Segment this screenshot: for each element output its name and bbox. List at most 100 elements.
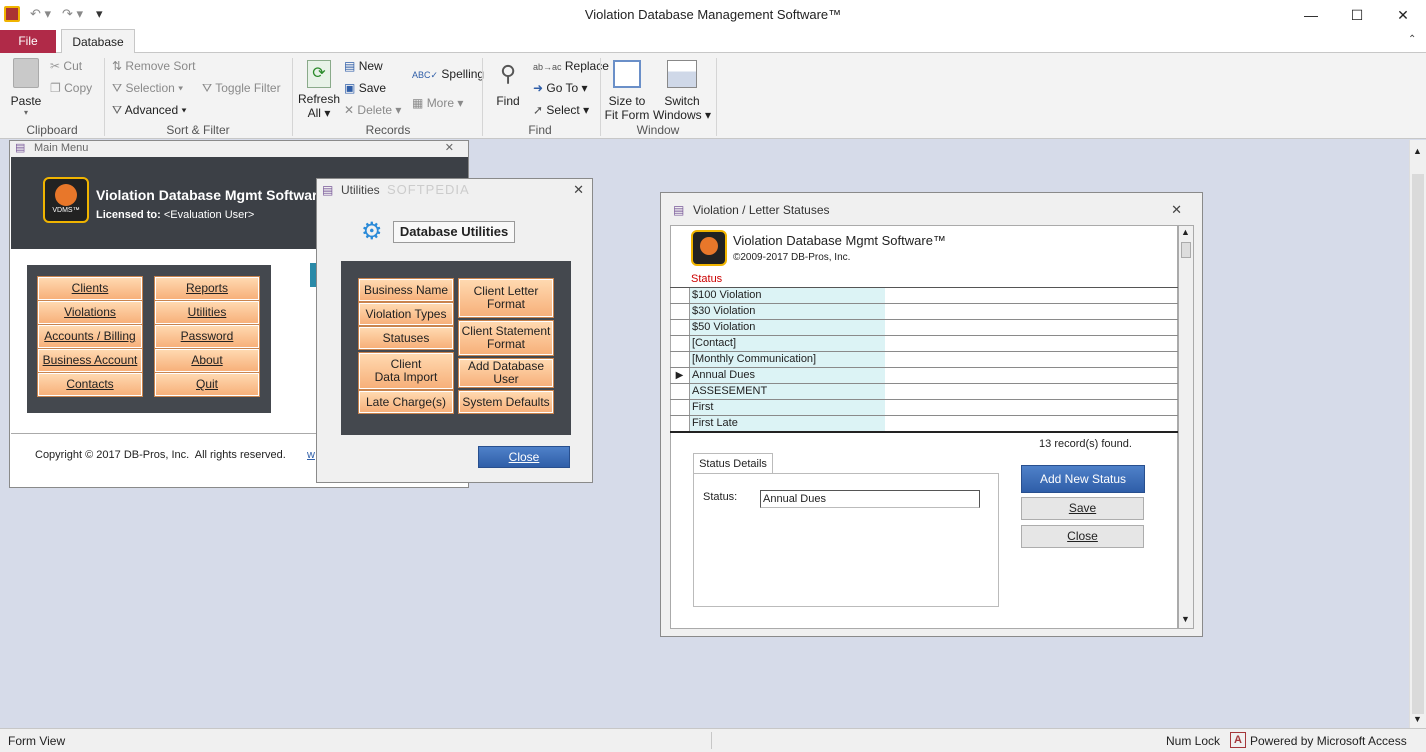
main-menu-button[interactable]: Password	[154, 324, 260, 349]
goto-button[interactable]: ➜ Go To ▾	[533, 81, 588, 95]
table-row[interactable]: $100 Violation	[670, 288, 1178, 304]
row-selector[interactable]	[670, 400, 689, 415]
cut-button[interactable]: ✂ Cut	[50, 59, 82, 73]
row-selector[interactable]	[670, 416, 689, 431]
replace-button[interactable]: ab→ac Replace	[533, 59, 609, 73]
status-cell[interactable]: Annual Dues	[689, 368, 885, 383]
new-record-button[interactable]: ▤ New	[344, 59, 383, 73]
main-menu-close-icon[interactable]: ✕	[445, 141, 454, 155]
separator	[482, 58, 483, 136]
utilities-window: ▤ Utilities SOFTPEDIA ✕ ⚙ Database Utili…	[316, 178, 593, 483]
maximize-button[interactable]: ☐	[1334, 0, 1380, 30]
table-row[interactable]: First	[670, 400, 1178, 416]
row-selector[interactable]	[670, 352, 689, 367]
table-row[interactable]: [Monthly Communication]	[670, 352, 1178, 368]
selection-button[interactable]: ⛛ Selection ▾	[112, 81, 183, 96]
main-menu-web-link[interactable]: w	[307, 449, 315, 461]
status-cell[interactable]: [Contact]	[689, 336, 885, 351]
add-new-status-button[interactable]: Add New Status	[1021, 465, 1145, 493]
separator	[292, 58, 293, 136]
close-statuses-button[interactable]: Close	[1021, 525, 1144, 548]
status-bar: Form View Num Lock A Powered by Microsof…	[0, 728, 1426, 752]
workspace-scrollbar[interactable]: ▲ ▼	[1409, 140, 1426, 728]
table-row[interactable]: [Contact]	[670, 336, 1178, 352]
delete-record-button[interactable]: ✕ Delete ▾	[344, 103, 401, 117]
table-row[interactable]: First Late	[670, 416, 1178, 432]
form-icon: ▤	[322, 183, 334, 197]
find-button[interactable]: ⚲ Find	[490, 58, 526, 108]
row-selector[interactable]	[670, 288, 689, 303]
statuses-close-icon[interactable]: ✕	[1171, 199, 1182, 221]
utilities-close-icon[interactable]: ✕	[573, 179, 584, 201]
status-cell[interactable]: $50 Violation	[689, 320, 885, 335]
table-row[interactable]: $30 Violation	[670, 304, 1178, 320]
main-menu-button[interactable]: Violations	[37, 300, 143, 325]
utilities-close-button[interactable]: Close	[478, 446, 570, 468]
utilities-button[interactable]: Late Charge(s)	[358, 390, 454, 414]
table-row[interactable]: $50 Violation	[670, 320, 1178, 336]
table-row[interactable]: ▶ Annual Dues	[670, 368, 1178, 384]
status-cell[interactable]: First Late	[689, 416, 885, 431]
utilities-button[interactable]: Client Data Import	[358, 352, 454, 390]
save-status-button[interactable]: Save	[1021, 497, 1144, 520]
utilities-button[interactable]: Client Statement Format	[458, 320, 554, 356]
refresh-all-button[interactable]: ⟳ Refresh All ▾	[298, 58, 340, 120]
main-menu-button[interactable]: Quit	[154, 372, 260, 397]
copy-button[interactable]: ❐ Copy	[50, 81, 92, 95]
row-selector[interactable]	[670, 336, 689, 351]
main-menu-button[interactable]: Utilities	[154, 300, 260, 325]
select-button[interactable]: ➚ Select ▾	[533, 103, 589, 117]
scroll-down-icon[interactable]: ▼	[1413, 714, 1422, 724]
row-selector[interactable]	[670, 320, 689, 335]
utilities-button[interactable]: Client Letter Format	[458, 278, 554, 318]
size-to-fit-button[interactable]: Size to Fit Form	[604, 58, 650, 122]
utilities-titlebar: ▤ Utilities SOFTPEDIA ✕	[317, 179, 592, 201]
more-button[interactable]: ▦ More ▾	[412, 96, 463, 110]
form-icon: ▤	[15, 142, 26, 154]
status-cell[interactable]: $100 Violation	[689, 288, 885, 303]
remove-sort-button[interactable]: ⇅ Remove Sort	[112, 59, 195, 73]
current-record-icon[interactable]: ▶	[670, 368, 689, 383]
status-grid: $100 Violation $30 Violation $50 Violation…	[670, 287, 1178, 432]
main-menu-button[interactable]: Business Account	[37, 348, 143, 373]
tab-database[interactable]: Database	[61, 29, 135, 54]
scroll-thumb[interactable]	[1412, 174, 1424, 714]
switch-windows-button[interactable]: Switch Windows ▾	[652, 58, 712, 122]
utilities-button[interactable]: Business Name	[358, 278, 454, 302]
main-menu-button[interactable]: Reports	[154, 276, 260, 301]
grid-bottom-border	[670, 431, 1178, 433]
status-cell[interactable]: $30 Violation	[689, 304, 885, 319]
utilities-button[interactable]: System Defaults	[458, 390, 554, 414]
status-cell[interactable]: [Monthly Communication]	[689, 352, 885, 367]
main-menu-button[interactable]: Clients	[37, 276, 143, 301]
row-selector[interactable]	[670, 384, 689, 399]
status-details-tab[interactable]: Status Details	[693, 453, 773, 474]
utilities-button[interactable]: Statuses	[358, 326, 454, 350]
utilities-button[interactable]: Violation Types	[358, 302, 454, 326]
minimize-button[interactable]: —	[1288, 0, 1334, 30]
scroll-up-icon[interactable]: ▲	[1413, 146, 1422, 156]
form-scrollbar[interactable]: ▲ ▼	[1178, 225, 1194, 629]
advanced-button[interactable]: ⛛ Advanced ▾	[112, 103, 187, 118]
scroll-up-icon[interactable]: ▲	[1181, 227, 1190, 237]
toggle-filter-button[interactable]: ⛛ Toggle Filter	[202, 81, 281, 96]
ribbon-collapse-icon[interactable]: ⌃	[1408, 34, 1416, 45]
save-record-button[interactable]: ▣ Save	[344, 81, 386, 95]
row-selector[interactable]	[670, 304, 689, 319]
spelling-button[interactable]: ABC✓ Spelling	[412, 67, 484, 81]
status-cell[interactable]: First	[689, 400, 885, 415]
main-menu-button[interactable]: Accounts / Billing	[37, 324, 143, 349]
main-menu-button[interactable]: About	[154, 348, 260, 373]
utilities-button[interactable]: Add Database User	[458, 358, 554, 388]
scroll-thumb[interactable]	[1181, 242, 1191, 258]
table-row[interactable]: ASSESEMENT	[670, 384, 1178, 400]
status-input[interactable]: Annual Dues	[760, 490, 980, 508]
main-menu-button[interactable]: Contacts	[37, 372, 143, 397]
cursor-icon: ➚	[533, 103, 544, 117]
tab-file[interactable]: File	[0, 30, 56, 53]
status-cell[interactable]: ASSESEMENT	[689, 384, 885, 399]
powered-by-label: Powered by Microsoft Access	[1250, 734, 1407, 748]
scroll-down-icon[interactable]: ▼	[1181, 614, 1190, 624]
close-window-button[interactable]: ✕	[1380, 0, 1426, 30]
paste-button[interactable]: Paste ▾	[8, 58, 44, 118]
